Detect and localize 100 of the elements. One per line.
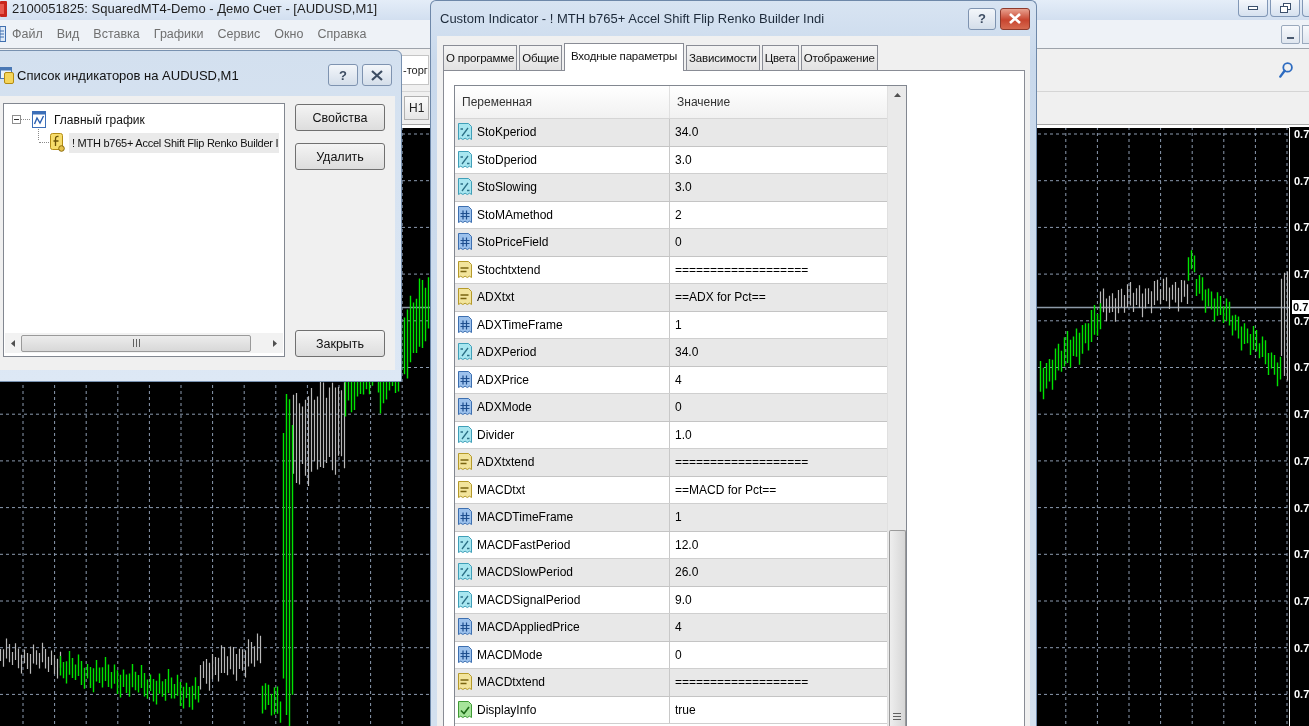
restore-button[interactable]: [1270, 0, 1300, 17]
minimize-button[interactable]: [1281, 24, 1300, 44]
parameter-value: 1.0: [675, 427, 692, 442]
parameter-name: DisplayInfo: [477, 702, 537, 717]
close-icon: [371, 69, 383, 81]
parameter-value: 34.0: [675, 345, 699, 360]
parameter-name: StoKperiod: [477, 125, 537, 140]
parameter-name: ADXMode: [477, 400, 532, 415]
close-button[interactable]: [362, 64, 392, 86]
fraction-icon: [457, 425, 473, 444]
dialog-button[interactable]: Свойства: [295, 104, 385, 131]
menu-item[interactable]: Файл: [6, 24, 50, 44]
toolbar-button[interactable]: -торг: [401, 55, 429, 85]
parameter-value: ===================: [675, 262, 809, 277]
parameter-value: 2: [675, 207, 682, 222]
menu-item[interactable]: Сервис: [210, 24, 268, 44]
parameter-value: 9.0: [675, 592, 692, 607]
parameter-value: 0: [675, 400, 682, 415]
document-icon: [0, 26, 6, 42]
column-header: Переменная: [461, 95, 532, 109]
help-button[interactable]: ?: [328, 64, 358, 86]
price-label: 0.7: [1294, 593, 1309, 608]
parameter-value: 12.0: [675, 537, 699, 552]
price-label: 0.7: [1294, 267, 1309, 282]
menu-item[interactable]: Справка: [310, 24, 374, 44]
tree-item[interactable]: Главный график: [52, 110, 147, 129]
price-label: 0.7: [1294, 687, 1309, 702]
parameter-name: ADXTimeFrame: [477, 317, 563, 332]
fraction-icon: [457, 563, 473, 582]
dialog-button[interactable]: Удалить: [295, 143, 385, 170]
parameter-name: StoMAmethod: [477, 207, 554, 222]
parameter-name: ADXPrice: [477, 372, 529, 387]
price-label: 0.7: [1294, 407, 1309, 422]
minimize-button[interactable]: [1238, 0, 1268, 17]
left-arrow-icon[interactable]: [11, 339, 15, 347]
price-label: 0.7: [1294, 500, 1309, 515]
price-label: 0.7: [1294, 127, 1309, 141]
text-lines-icon: [457, 480, 473, 499]
close-icon: [1009, 13, 1021, 24]
dialog-title: Custom Indicator - ! MTH b765+ Accel Shift Flip Renko Builder Indi: [440, 11, 825, 26]
parameter-value: 3.0: [675, 180, 692, 195]
price-label: 0.7: [1294, 360, 1309, 375]
parameter-value: 4: [675, 620, 682, 635]
menu-item[interactable]: Вставка: [86, 24, 147, 44]
menu-item[interactable]: Вид: [49, 24, 87, 44]
parameter-name: MACDSlowPeriod: [477, 565, 574, 580]
parameter-value: 34.0: [675, 125, 699, 140]
menu-item[interactable]: Графики: [146, 24, 211, 44]
tree-item[interactable]: ! MTH b765+ Accel Shift Flip Renko Builder I: [69, 132, 280, 153]
fraction-icon: [457, 123, 473, 142]
price-label: 0.7: [1294, 220, 1309, 235]
parameter-name: MACDTimeFrame: [477, 510, 574, 525]
tab[interactable]: Зависимости: [686, 45, 760, 70]
minimize-icon: [1248, 6, 1258, 10]
restore-icon: [1279, 3, 1291, 13]
column-header: Значение: [676, 95, 731, 109]
scrollbar-thumb[interactable]: [888, 530, 906, 726]
help-button[interactable]: ?: [968, 7, 996, 30]
fraction-icon: [457, 150, 473, 169]
grip-icon: [893, 713, 901, 720]
parameter-value: ==ADX for Pct==: [675, 290, 766, 305]
parameter-value: 0: [675, 235, 682, 250]
window-title: 2100051825: SquaredMT4-Demo - Демо Счет - [AUDUSD,M1]: [12, 0, 378, 18]
parameter-name: MACDAppliedPrice: [477, 620, 580, 635]
hash-icon: [457, 233, 473, 252]
parameter-value: ===================: [675, 675, 809, 690]
hash-icon: [457, 205, 473, 224]
tab[interactable]: Общие: [519, 45, 562, 70]
chart-icon: [32, 111, 46, 128]
parameter-name: ADXPeriod: [477, 345, 537, 360]
parameter-value: 1: [675, 317, 682, 332]
collapse-icon[interactable]: [12, 115, 21, 124]
tab[interactable]: Входные параметры: [564, 43, 685, 71]
hash-icon: [457, 508, 473, 527]
tab[interactable]: Цвета: [761, 45, 799, 70]
tab[interactable]: Отображение: [800, 45, 878, 70]
up-arrow-icon[interactable]: [893, 93, 901, 97]
parameter-value: 1: [675, 510, 682, 525]
parameter-name: ADXtxtend: [477, 455, 535, 470]
parameter-name: StoPriceField: [477, 235, 549, 250]
parameter-value: 3.0: [675, 152, 692, 167]
close-button[interactable]: [1000, 7, 1030, 30]
price-label: 0.7: [1294, 640, 1309, 655]
dialog-button[interactable]: Закрыть: [295, 330, 385, 357]
function-icon: [50, 133, 65, 152]
parameter-name: Divider: [477, 427, 515, 442]
parameter-value: ==MACD for Pct==: [675, 482, 777, 497]
scrollbar-thumb[interactable]: [21, 334, 251, 352]
timeframe-button[interactable]: H1: [404, 96, 430, 120]
parameter-value: ===================: [675, 455, 809, 470]
hash-icon: [457, 315, 473, 334]
fraction-icon: [457, 178, 473, 197]
price-label: 0.7: [1294, 547, 1309, 562]
parameter-name: MACDSignalPeriod: [477, 592, 581, 607]
hash-icon: [457, 370, 473, 389]
search-icon[interactable]: [1279, 62, 1293, 78]
menu-item[interactable]: Окно: [267, 24, 311, 44]
text-lines-icon: [457, 288, 473, 307]
tab[interactable]: О программе: [443, 45, 518, 70]
right-arrow-icon[interactable]: [273, 339, 277, 347]
